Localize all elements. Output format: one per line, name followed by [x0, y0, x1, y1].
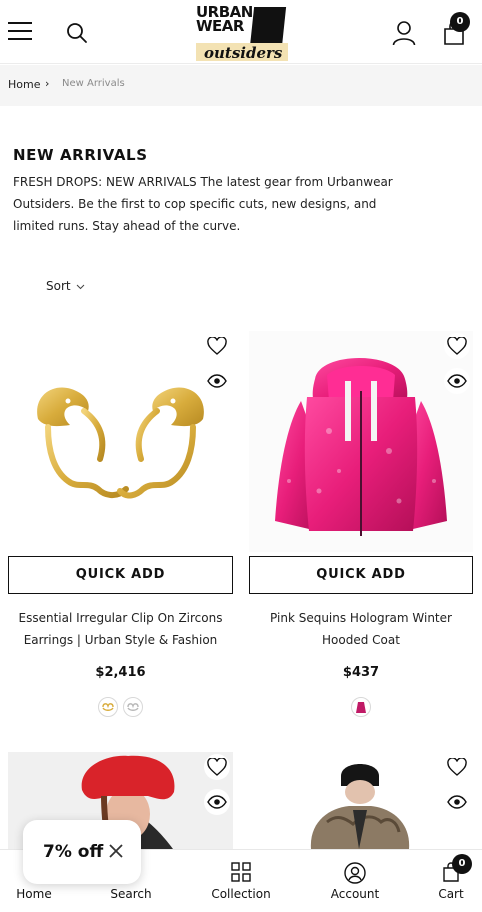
swatch-pink[interactable] [351, 697, 371, 717]
breadcrumb-separator: › [45, 77, 50, 90]
swatch-silver[interactable] [123, 697, 143, 717]
breadcrumb-home-link[interactable]: Home [8, 78, 40, 91]
product-image-pink-coat[interactable] [249, 331, 473, 552]
sort-label: Sort [46, 279, 71, 293]
product-title[interactable]: Essential Irregular Clip On Zircons Earr… [8, 607, 233, 651]
close-icon[interactable] [107, 842, 125, 860]
account-circle-icon [344, 862, 366, 884]
breadcrumb: Home › New Arrivals [0, 65, 482, 106]
logo-text-bottom: outsiders [204, 44, 283, 62]
breadcrumb-current: New Arrivals [62, 78, 125, 89]
chevron-down-icon [77, 284, 85, 289]
logo-text-top: URBAN WEAR [196, 3, 253, 35]
nav-account[interactable]: Account [320, 850, 390, 912]
earrings-image [37, 387, 204, 499]
product-title[interactable]: Pink Sequins Hologram Winter Hooded Coat [249, 607, 473, 651]
brand-logo[interactable]: URBAN WEAR outsiders [196, 3, 288, 62]
quick-view-eye-icon[interactable] [204, 789, 230, 815]
quick-view-eye-icon[interactable] [204, 368, 230, 394]
nav-cart-count-badge: 0 [452, 854, 472, 874]
nav-collection[interactable]: Collection [201, 850, 281, 912]
fur-jacket-image [310, 764, 410, 849]
nav-account-label: Account [330, 887, 380, 901]
nav-cart[interactable]: 0 Cart [428, 850, 474, 912]
nav-collection-label: Collection [211, 887, 271, 901]
wishlist-heart-icon[interactable] [444, 754, 470, 780]
search-icon[interactable] [66, 22, 88, 44]
nav-home-label: Home [16, 887, 52, 901]
collection-description: FRESH DROPS: NEW ARRIVALS The latest gea… [13, 175, 393, 233]
product-image-fur-jacket[interactable] [249, 752, 473, 849]
discount-popup[interactable]: 7% off [23, 820, 141, 884]
sort-dropdown[interactable]: Sort [46, 279, 85, 293]
cart-icon[interactable]: 0 [442, 12, 470, 46]
product-price: $2,416 [95, 665, 146, 680]
quick-add-button[interactable]: QUICK ADD [8, 556, 233, 594]
wishlist-heart-icon[interactable] [444, 333, 470, 359]
wishlist-heart-icon[interactable] [204, 754, 230, 780]
quick-add-button[interactable]: QUICK ADD [249, 556, 473, 594]
nav-search-label: Search [110, 887, 152, 901]
product-price: $437 [342, 665, 380, 680]
quick-view-eye-icon[interactable] [444, 368, 470, 394]
grid-icon [231, 862, 251, 882]
swatch-gold[interactable] [98, 697, 118, 717]
product-image-earrings[interactable] [8, 331, 233, 552]
cart-count-badge: 0 [450, 12, 470, 32]
quick-view-eye-icon[interactable] [444, 789, 470, 815]
page-title: NEW ARRIVALS [13, 146, 148, 164]
account-icon[interactable] [392, 20, 416, 46]
menu-icon[interactable] [8, 22, 32, 42]
pink-coat-image [275, 358, 447, 536]
discount-text[interactable]: 7% off [43, 842, 103, 862]
logo-banner: outsiders [196, 43, 288, 62]
nav-cart-label: Cart [438, 887, 464, 901]
site-header: URBAN WEAR outsiders 0 [0, 0, 482, 64]
wishlist-heart-icon[interactable] [204, 333, 230, 359]
